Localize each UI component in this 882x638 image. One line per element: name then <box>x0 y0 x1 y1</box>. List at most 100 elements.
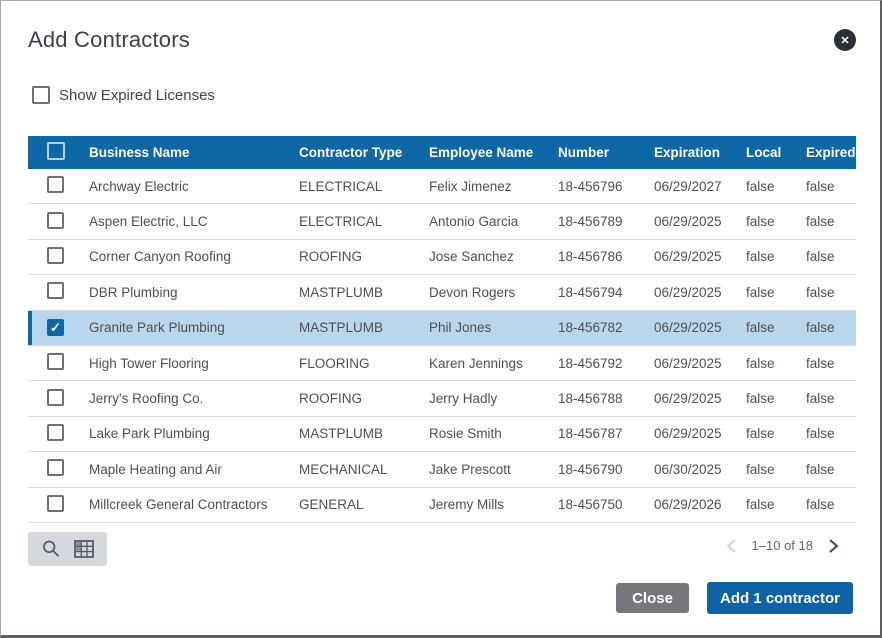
cell-local: false <box>746 391 806 406</box>
row-checkbox[interactable] <box>47 319 64 336</box>
table-row[interactable]: High Tower Flooring FLOORING Karen Jenni… <box>28 346 856 381</box>
table-row[interactable]: Maple Heating and Air MECHANICAL Jake Pr… <box>28 452 856 487</box>
add-contractor-button[interactable]: Add 1 contractor <box>707 582 853 614</box>
cell-number: 18-456788 <box>558 391 654 406</box>
cell-local: false <box>746 497 806 512</box>
table-row[interactable]: Lake Park Plumbing MASTPLUMB Rosie Smith… <box>28 417 856 452</box>
cell-local: false <box>746 462 806 477</box>
cell-local: false <box>746 285 806 300</box>
cell-business-name: DBR Plumbing <box>89 285 299 300</box>
row-checkbox[interactable] <box>47 459 64 476</box>
row-checkbox[interactable] <box>47 424 64 441</box>
cell-number: 18-456750 <box>558 497 654 512</box>
close-button[interactable]: Close <box>616 583 689 613</box>
cell-contractor-type: FLOORING <box>299 356 429 371</box>
cell-contractor-type: MASTPLUMB <box>299 320 429 335</box>
cell-contractor-type: MECHANICAL <box>299 462 429 477</box>
cell-business-name: Millcreek General Contractors <box>89 497 299 512</box>
table-row[interactable]: Millcreek General Contractors GENERAL Je… <box>28 488 856 523</box>
cell-contractor-type: ROOFING <box>299 249 429 264</box>
cell-business-name: Archway Electric <box>89 179 299 194</box>
cell-employee-name: Phil Jones <box>429 320 558 335</box>
cell-number: 18-456794 <box>558 285 654 300</box>
cell-business-name: Maple Heating and Air <box>89 462 299 477</box>
table-row[interactable]: Archway Electric ELECTRICAL Felix Jimene… <box>28 169 856 204</box>
row-checkbox[interactable] <box>47 353 64 370</box>
header-business-name: Business Name <box>89 145 299 160</box>
cell-expired: false <box>806 356 856 371</box>
close-icon[interactable]: ✕ <box>834 29 856 51</box>
cell-employee-name: Antonio Garcia <box>429 214 558 229</box>
cell-expired: false <box>806 391 856 406</box>
cell-employee-name: Jerry Hadly <box>429 391 558 406</box>
page-title: Add Contractors <box>28 27 190 53</box>
cell-expiration: 06/30/2025 <box>654 462 746 477</box>
cell-expired: false <box>806 426 856 441</box>
table-row[interactable]: DBR Plumbing MASTPLUMB Devon Rogers 18-4… <box>28 275 856 310</box>
search-icon[interactable] <box>41 539 61 559</box>
cell-local: false <box>746 249 806 264</box>
grid-toolbar <box>28 532 107 566</box>
cell-expired: false <box>806 249 856 264</box>
cell-business-name: Granite Park Plumbing <box>89 320 299 335</box>
cell-employee-name: Felix Jimenez <box>429 179 558 194</box>
add-contractors-dialog: Add Contractors ✕ Show Expired Licenses … <box>0 0 882 638</box>
cell-local: false <box>746 320 806 335</box>
table-row[interactable]: Jerry's Roofing Co. ROOFING Jerry Hadly … <box>28 381 856 416</box>
footer-actions: Close Add 1 contractor <box>616 582 853 614</box>
row-checkbox[interactable] <box>47 247 64 264</box>
contractors-table: Business Name Contractor Type Employee N… <box>28 136 856 523</box>
page-range-label: 1–10 of 18 <box>752 538 813 553</box>
cell-local: false <box>746 179 806 194</box>
cell-business-name: High Tower Flooring <box>89 356 299 371</box>
cell-employee-name: Karen Jennings <box>429 356 558 371</box>
table-row[interactable]: Granite Park Plumbing MASTPLUMB Phil Jon… <box>28 311 856 346</box>
cell-employee-name: Jake Prescott <box>429 462 558 477</box>
prev-page-icon[interactable] <box>725 539 739 553</box>
row-checkbox[interactable] <box>47 389 64 406</box>
header-contractor-type: Contractor Type <box>299 145 429 160</box>
row-checkbox[interactable] <box>47 212 64 229</box>
cell-expired: false <box>806 285 856 300</box>
row-checkbox[interactable] <box>47 282 64 299</box>
table-row[interactable]: Corner Canyon Roofing ROOFING Jose Sanch… <box>28 240 856 275</box>
cell-employee-name: Devon Rogers <box>429 285 558 300</box>
cell-expiration: 06/29/2025 <box>654 214 746 229</box>
show-expired-filter[interactable]: Show Expired Licenses <box>32 86 215 104</box>
cell-expired: false <box>806 462 856 477</box>
header-expired: Expired <box>806 145 856 160</box>
table-header-row: Business Name Contractor Type Employee N… <box>28 136 856 169</box>
next-page-icon[interactable] <box>826 539 840 553</box>
cell-number: 18-456782 <box>558 320 654 335</box>
cell-expiration: 06/29/2025 <box>654 426 746 441</box>
pagination: 1–10 of 18 <box>725 538 840 553</box>
header-expiration: Expiration <box>654 145 746 160</box>
cell-number: 18-456786 <box>558 249 654 264</box>
show-expired-checkbox[interactable] <box>32 86 50 104</box>
cell-expiration: 06/29/2025 <box>654 320 746 335</box>
cell-contractor-type: MASTPLUMB <box>299 426 429 441</box>
cell-contractor-type: ELECTRICAL <box>299 214 429 229</box>
cell-expiration: 06/29/2025 <box>654 249 746 264</box>
header-number: Number <box>558 145 654 160</box>
cell-expiration: 06/29/2025 <box>654 391 746 406</box>
show-expired-label: Show Expired Licenses <box>59 87 215 104</box>
cell-expired: false <box>806 497 856 512</box>
table-row[interactable]: Aspen Electric, LLC ELECTRICAL Antonio G… <box>28 204 856 239</box>
cell-expiration: 06/29/2026 <box>654 497 746 512</box>
cell-local: false <box>746 356 806 371</box>
cell-local: false <box>746 214 806 229</box>
cell-employee-name: Jeremy Mills <box>429 497 558 512</box>
cell-expiration: 06/29/2025 <box>654 356 746 371</box>
row-checkbox[interactable] <box>47 495 64 512</box>
row-checkbox[interactable] <box>47 176 64 193</box>
table-body: Archway Electric ELECTRICAL Felix Jimene… <box>28 169 856 523</box>
table-grid-icon[interactable] <box>74 539 94 559</box>
cell-contractor-type: MASTPLUMB <box>299 285 429 300</box>
cell-employee-name: Rosie Smith <box>429 426 558 441</box>
header-local: Local <box>746 145 806 160</box>
cell-local: false <box>746 426 806 441</box>
cell-expired: false <box>806 179 856 194</box>
select-all-checkbox[interactable] <box>47 142 65 160</box>
cell-number: 18-456789 <box>558 214 654 229</box>
